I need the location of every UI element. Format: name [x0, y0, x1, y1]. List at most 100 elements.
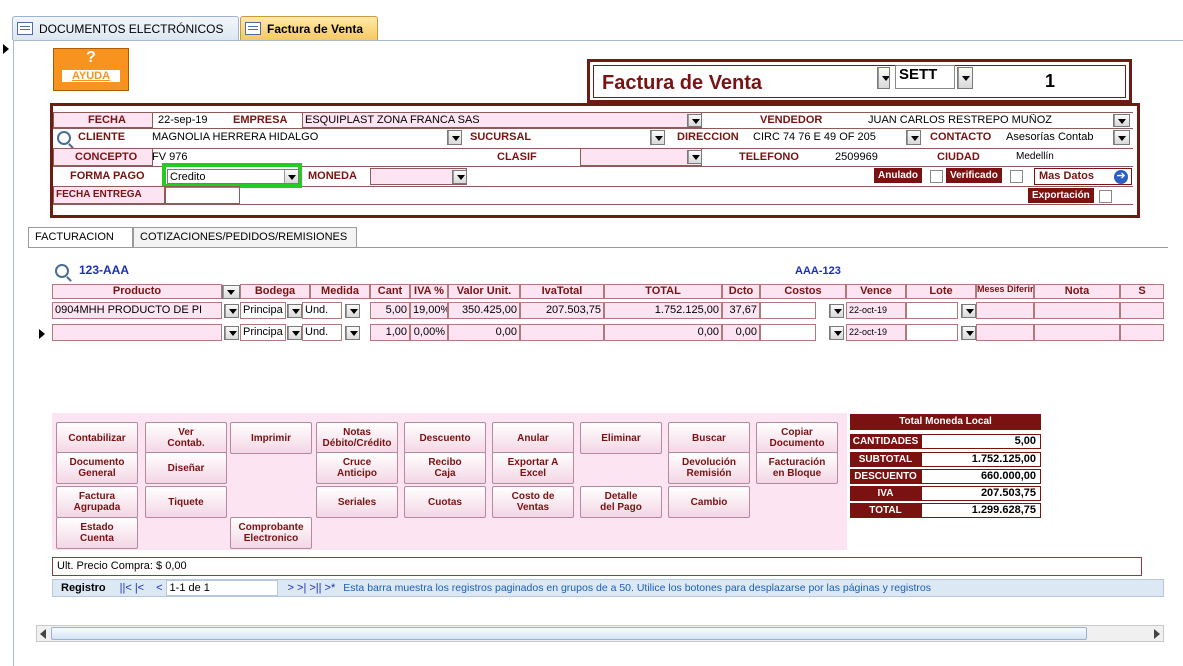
vendedor-field[interactable]: JUAN CARLOS RESTREPO MUÑOZ: [868, 114, 1052, 126]
forma-pago-select[interactable]: Credito: [167, 169, 299, 184]
empresa-dropdown[interactable]: [687, 114, 702, 127]
cell-cant[interactable]: 1,00: [370, 324, 410, 341]
tiquete-button[interactable]: Tiquete: [145, 486, 227, 518]
cliente-field[interactable]: MAGNOLIA HERRERA HIDALGO: [152, 131, 318, 143]
contacto-dropdown[interactable]: [1113, 130, 1130, 145]
cell-total[interactable]: 0,00: [604, 324, 722, 341]
next-buttons[interactable]: > >| >|| >*: [288, 582, 336, 594]
title-dropdown[interactable]: [877, 67, 890, 89]
row-dropdown[interactable]: [287, 326, 302, 340]
row-dropdown[interactable]: [345, 304, 360, 318]
anular-button[interactable]: Anular: [492, 422, 574, 454]
cell-dcto[interactable]: 37,67: [722, 302, 760, 319]
row-dropdown[interactable]: [829, 304, 844, 318]
concepto-field[interactable]: FV 976: [152, 151, 187, 163]
row-dropdown[interactable]: [345, 326, 360, 340]
detalle-pago-button[interactable]: Detalle del Pago: [580, 486, 662, 518]
direccion-field[interactable]: CIRC 74 76 E 49 OF 205: [753, 131, 876, 143]
cliente-dropdown[interactable]: [447, 130, 462, 145]
cell-producto[interactable]: [52, 324, 222, 341]
cell-vence[interactable]: 22-oct-19: [846, 302, 906, 319]
help-button[interactable]: ? AYUDA: [53, 48, 129, 91]
seriales-button[interactable]: Seriales: [316, 486, 398, 518]
record-selector-bar[interactable]: [0, 40, 14, 666]
cell-empty[interactable]: [1120, 302, 1164, 319]
ver-contab-button[interactable]: Ver Contab.: [145, 422, 227, 454]
ciudad-field[interactable]: Medellín: [1016, 151, 1054, 162]
cell-total[interactable]: 1.752.125,00: [604, 302, 722, 319]
producto-dropdown[interactable]: [222, 285, 240, 299]
clasif-dropdown[interactable]: [687, 150, 702, 164]
first-prev-buttons[interactable]: ||< |<: [120, 582, 144, 594]
row-dropdown[interactable]: [287, 304, 302, 318]
tab-cotizaciones[interactable]: COTIZACIONES/PEDIDOS/REMISIONES: [133, 227, 357, 247]
cuotas-button[interactable]: Cuotas: [404, 486, 486, 518]
exportacion-checkbox[interactable]: [1099, 190, 1112, 203]
cell-iva[interactable]: 0,00%: [410, 324, 448, 341]
fecha-field[interactable]: 22-sep-19: [158, 114, 208, 126]
cell-empty[interactable]: [1034, 324, 1120, 341]
buscar-button[interactable]: Buscar: [668, 422, 750, 454]
search-icon[interactable]: [55, 264, 69, 278]
disenar-button[interactable]: Diseñar: [145, 452, 227, 484]
mas-datos-button[interactable]: Mas Datos ➔: [1034, 168, 1132, 185]
cruce-button[interactable]: Cruce Anticipo: [316, 452, 398, 484]
factura-agrupada-button[interactable]: Factura Agrupada: [56, 486, 138, 518]
moneda-dropdown[interactable]: [452, 170, 467, 184]
cell-bodega[interactable]: Principa: [240, 302, 286, 319]
cell-iva[interactable]: 19,00%: [410, 302, 448, 319]
cell-empty[interactable]: [906, 302, 958, 319]
doc-general-button[interactable]: Documento General: [56, 452, 138, 484]
horizontal-scrollbar[interactable]: [36, 625, 1164, 642]
imprimir-button[interactable]: Imprimir: [230, 422, 312, 454]
notas-button[interactable]: Notas Débito/Crédito: [316, 422, 398, 454]
tab-facturacion[interactable]: FACTURACION: [28, 227, 133, 248]
scroll-right-icon[interactable]: [1154, 629, 1160, 639]
search-icon[interactable]: [57, 131, 71, 145]
cell-valor[interactable]: 0,00: [448, 324, 520, 341]
cambio-button[interactable]: Cambio: [668, 486, 750, 518]
tab-factura-de-venta[interactable]: Factura de Venta: [240, 16, 378, 40]
row-dropdown[interactable]: [829, 326, 844, 340]
contabilizar-button[interactable]: Contabilizar: [56, 422, 138, 454]
contacto-field[interactable]: Asesorías Contab: [1006, 131, 1112, 143]
cell-empty[interactable]: [906, 324, 958, 341]
cell-bodega[interactable]: Principa: [240, 324, 286, 341]
prev-button[interactable]: <: [156, 582, 162, 594]
cell-ivatotal[interactable]: 207.503,75: [520, 302, 604, 319]
cell-empty[interactable]: [1120, 324, 1164, 341]
recibo-button[interactable]: Recibo Caja: [404, 452, 486, 484]
row-dropdown[interactable]: [224, 326, 239, 340]
tab-documentos-electronicos[interactable]: DOCUMENTOS ELECTRÓNICOS: [12, 16, 239, 40]
copiar-button[interactable]: Copiar Documento: [756, 422, 838, 454]
series-dropdown[interactable]: [957, 67, 973, 89]
sucursal-dropdown[interactable]: [650, 130, 665, 145]
cell-medida[interactable]: Und.: [302, 324, 342, 341]
vendedor-dropdown[interactable]: [1113, 114, 1130, 127]
direccion-dropdown[interactable]: [906, 130, 921, 145]
anulado-checkbox[interactable]: [930, 170, 943, 183]
fecha-entrega-field[interactable]: [165, 186, 240, 204]
row-dropdown[interactable]: [961, 304, 976, 318]
estado-cuenta-button[interactable]: Estado Cuenta: [56, 517, 138, 549]
page-field[interactable]: 1-1 de 1: [165, 580, 278, 596]
cell-medida[interactable]: Und.: [302, 302, 342, 319]
row-dropdown[interactable]: [224, 304, 239, 318]
row-dropdown[interactable]: [961, 326, 976, 340]
cell-dcto[interactable]: 0,00: [722, 324, 760, 341]
scroll-left-icon[interactable]: [40, 629, 46, 639]
verificado-checkbox[interactable]: [1010, 170, 1023, 183]
telefono-field[interactable]: 2509969: [835, 151, 878, 163]
devolucion-button[interactable]: Devolución Remisión: [668, 452, 750, 484]
cell-cant[interactable]: 5,00: [370, 302, 410, 319]
empresa-field[interactable]: ESQUIPLAST ZONA FRANCA SAS: [305, 114, 480, 126]
exportar-button[interactable]: Exportar A Excel: [492, 452, 574, 484]
cell-vence[interactable]: 22-oct-19: [846, 324, 906, 341]
cell-ivatotal[interactable]: [520, 324, 604, 341]
costo-ventas-button[interactable]: Costo de Ventas: [492, 486, 574, 518]
comprobante-button[interactable]: Comprobante Electronico: [230, 517, 312, 549]
descuento-button[interactable]: Descuento: [404, 422, 486, 454]
scroll-thumb[interactable]: [51, 627, 1087, 640]
cell-producto[interactable]: 0904MHH PRODUCTO DE PI: [52, 302, 222, 319]
cell-costos[interactable]: [760, 302, 816, 319]
